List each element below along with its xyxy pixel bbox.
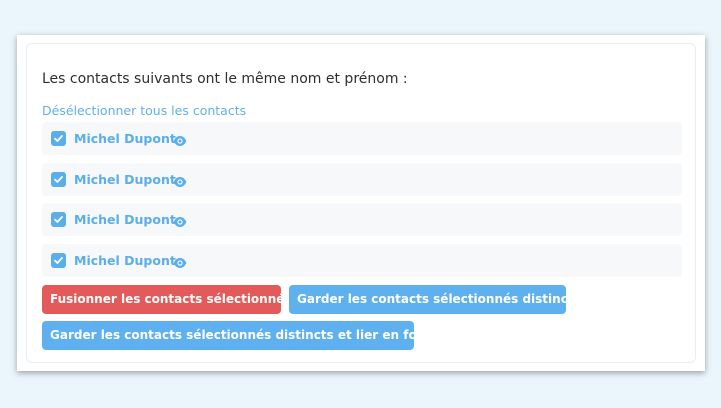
contact-name-link[interactable]: Michel Dupont <box>74 172 176 187</box>
deselect-all-link[interactable]: Désélectionner tous les contacts <box>42 103 246 118</box>
duplicate-contacts-panel: Les contacts suivants ont le même nom et… <box>17 35 705 371</box>
contact-name-link[interactable]: Michel Dupont <box>74 212 176 227</box>
contact-checkbox[interactable] <box>51 253 66 268</box>
eye-icon[interactable] <box>173 213 187 227</box>
merge-contacts-button[interactable]: Fusionner les contacts sélectionnés <box>42 285 292 314</box>
eye-icon[interactable] <box>173 173 187 187</box>
duplicate-heading: Les contacts suivants ont le même nom et… <box>42 71 408 87</box>
contact-row: Michel Dupont <box>42 163 682 196</box>
contact-row: Michel Dupont <box>42 244 682 277</box>
contact-row: Michel Dupont <box>42 122 682 155</box>
duplicate-contacts-card: Les contacts suivants ont le même nom et… <box>26 43 696 363</box>
contact-name-link[interactable]: Michel Dupont <box>74 131 176 146</box>
contact-checkbox[interactable] <box>51 212 66 227</box>
keep-distinct-link-household-button[interactable]: Garder les contacts sélectionnés distinc… <box>42 321 439 350</box>
eye-icon[interactable] <box>173 132 187 146</box>
contact-name-link[interactable]: Michel Dupont <box>74 253 176 268</box>
contact-checkbox[interactable] <box>51 172 66 187</box>
keep-distinct-button[interactable]: Garder les contacts sélectionnés distinc… <box>289 285 581 314</box>
contact-row: Michel Dupont <box>42 203 682 236</box>
contact-checkbox[interactable] <box>51 131 66 146</box>
eye-icon[interactable] <box>173 254 187 268</box>
